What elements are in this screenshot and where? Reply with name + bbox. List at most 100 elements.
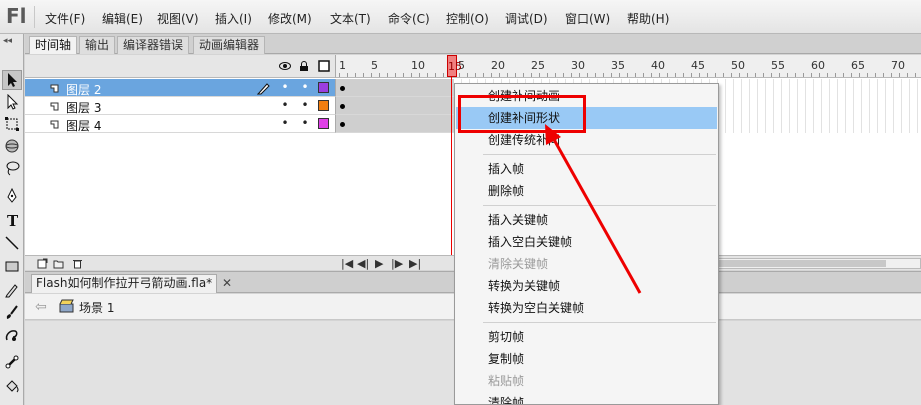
menu-item[interactable]: 命令(C) xyxy=(388,10,430,27)
playback-control[interactable]: ▶| xyxy=(409,257,421,270)
frame-number: 40 xyxy=(651,59,665,72)
frame-tick xyxy=(643,73,644,77)
selection-tool-icon[interactable] xyxy=(2,70,22,90)
lasso-tool-icon[interactable] xyxy=(2,158,22,178)
lock-dot[interactable]: • xyxy=(301,99,309,111)
context-menu-item[interactable]: 插入空白关键帧 xyxy=(456,231,717,253)
visibility-dot[interactable]: • xyxy=(281,117,289,129)
scene-name[interactable]: 场景 1 xyxy=(79,299,114,316)
text-tool-icon[interactable]: T xyxy=(2,210,22,230)
frame-tick xyxy=(811,73,812,77)
bone-tool-icon[interactable] xyxy=(2,352,22,372)
keyframe-dot[interactable] xyxy=(340,86,345,91)
frame-number: 60 xyxy=(811,59,825,72)
menu-item[interactable]: 文本(T) xyxy=(330,10,371,27)
layer-color-swatch[interactable] xyxy=(318,82,329,93)
tools-panel: ◂◂ T xyxy=(0,34,24,405)
3d-rotation-tool-icon[interactable] xyxy=(2,136,22,156)
pen-tool-icon[interactable] xyxy=(2,186,22,206)
playback-control[interactable]: ◀| xyxy=(357,257,369,270)
visibility-dot[interactable]: • xyxy=(281,81,289,93)
menu-item[interactable]: 控制(O) xyxy=(446,10,489,27)
layer-icon xyxy=(50,102,59,111)
frame-number: 55 xyxy=(771,59,785,72)
playback-control[interactable]: |◀ xyxy=(341,257,353,270)
panel-tab-bar: 时间轴 输出 编译器错误 动画编辑器 xyxy=(25,34,921,54)
free-transform-tool-icon[interactable] xyxy=(2,114,22,134)
lock-dot[interactable]: • xyxy=(301,81,309,93)
keyframe-dot[interactable] xyxy=(340,122,345,127)
timeline-scrollbar[interactable] xyxy=(685,258,921,269)
menu-bar: Fl 文件(F) 编辑(E) 视图(V) 插入(I) 修改(M) 文本(T) 命令(C) 控制… xyxy=(0,0,921,34)
line-tool-icon[interactable] xyxy=(2,233,22,253)
frame-tick xyxy=(707,73,708,77)
context-menu-item[interactable]: 插入帧 xyxy=(456,158,717,180)
new-folder-icon[interactable] xyxy=(53,258,64,269)
collapse-panel-icon[interactable]: ◂◂ xyxy=(3,36,12,46)
menu-item[interactable]: 编辑(E) xyxy=(102,10,143,27)
context-menu-item[interactable]: 转换为关键帧 xyxy=(456,275,717,297)
layer-icon xyxy=(50,84,59,93)
frame-tick xyxy=(715,73,716,77)
frame-tick xyxy=(587,73,588,77)
pencil-tool-icon[interactable] xyxy=(2,280,22,300)
outline-icon[interactable] xyxy=(318,60,330,72)
frame-ruler[interactable]: 1 5 10 15 20 25 30 35 40 45 50 55 60 65 70 xyxy=(335,55,921,78)
lock-dot[interactable]: • xyxy=(301,117,309,129)
menu-separator xyxy=(483,154,716,155)
playhead[interactable]: 15 xyxy=(447,55,462,77)
menu-item[interactable]: 文件(F) xyxy=(45,10,85,27)
layer-color-swatch[interactable] xyxy=(318,100,329,111)
deco-tool-icon[interactable] xyxy=(2,325,22,345)
layer-name: 图层 4 xyxy=(66,119,102,133)
menu-item[interactable]: 调试(D) xyxy=(505,10,548,27)
layer-row[interactable]: 图层 4 • • xyxy=(25,115,335,133)
frame-tick xyxy=(867,73,868,77)
keyframe-dot[interactable] xyxy=(340,104,345,109)
menu-item[interactable]: 修改(M) xyxy=(268,10,312,27)
paint-bucket-tool-icon[interactable] xyxy=(2,376,22,396)
frame-tick xyxy=(835,73,836,77)
frame-tick xyxy=(611,73,612,77)
context-menu-item[interactable]: 转换为空白关键帧 xyxy=(456,297,717,319)
scroll-thumb[interactable] xyxy=(716,260,886,267)
frame-tick xyxy=(667,73,668,77)
eye-icon[interactable] xyxy=(279,60,291,72)
frame-tick xyxy=(851,73,852,77)
context-menu-item[interactable]: 清除帧 xyxy=(456,392,717,404)
delete-trash-icon[interactable] xyxy=(72,258,83,269)
layer-row[interactable]: 图层 2 • • xyxy=(25,79,335,97)
tab-output[interactable]: 输出 xyxy=(79,36,116,54)
new-layer-icon[interactable] xyxy=(37,258,48,269)
rectangle-tool-icon[interactable] xyxy=(2,256,22,276)
back-arrow-icon[interactable]: ⇦ xyxy=(35,299,47,315)
subselection-tool-icon[interactable] xyxy=(2,92,22,112)
frame-tick xyxy=(795,73,796,77)
context-menu-item[interactable]: 复制帧 xyxy=(456,348,717,370)
lock-icon[interactable] xyxy=(298,60,310,72)
close-icon[interactable]: ✕ xyxy=(222,276,232,290)
layer-color-swatch[interactable] xyxy=(318,118,329,129)
frame-tick xyxy=(459,73,460,77)
document-tab[interactable]: Flash如何制作拉开弓箭动画.fla* xyxy=(31,274,218,293)
context-menu-item[interactable]: 插入关键帧 xyxy=(456,209,717,231)
frame-tick xyxy=(539,73,540,77)
context-menu-item[interactable]: 删除帧 xyxy=(456,180,717,202)
tab-timeline[interactable]: 时间轴 xyxy=(29,36,78,54)
menu-item[interactable]: 插入(I) xyxy=(215,10,252,27)
frame-tick xyxy=(619,73,620,77)
menu-item[interactable]: 帮助(H) xyxy=(627,10,669,27)
menu-item[interactable]: 窗口(W) xyxy=(565,10,610,27)
visibility-dot[interactable]: • xyxy=(281,99,289,111)
tab-compiler-errors[interactable]: 编译器错误 xyxy=(117,36,190,54)
frame-tick xyxy=(419,73,420,77)
menu-item[interactable]: 视图(V) xyxy=(157,10,199,27)
context-menu-item[interactable]: 剪切帧 xyxy=(456,326,717,348)
layer-row[interactable]: 图层 3 • • xyxy=(25,97,335,115)
playback-control[interactable]: |▶ xyxy=(391,257,403,270)
playback-control[interactable]: ▶ xyxy=(375,257,383,270)
context-menu-item: 清除关键帧 xyxy=(488,257,549,271)
annotation-highlight-box xyxy=(458,95,586,133)
brush-tool-icon[interactable] xyxy=(2,302,22,322)
tab-motion-editor[interactable]: 动画编辑器 xyxy=(193,36,266,54)
